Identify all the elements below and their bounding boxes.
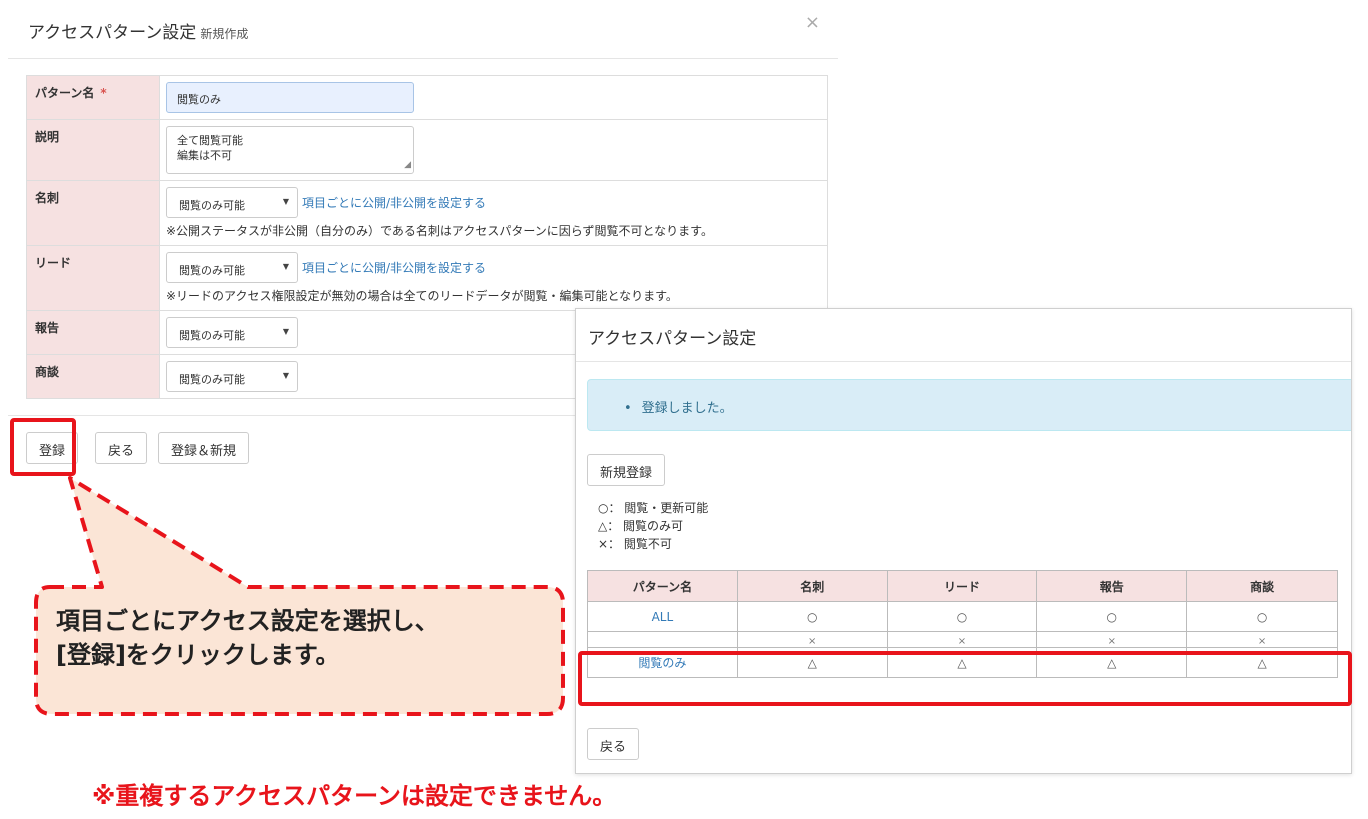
callout-line-2: [登録]をクリックします。 [56,641,340,669]
callout-text: 項目ごとにアクセス設定を選択し、 [登録]をクリックします。 [56,604,439,672]
callout-shape [34,476,565,716]
duplicate-warning-note: ※重複するアクセスパターンは設定できません。 [92,782,617,810]
callout-line-1: 項目ごとにアクセス設定を選択し、 [56,607,439,635]
callout-bubble [34,476,565,716]
